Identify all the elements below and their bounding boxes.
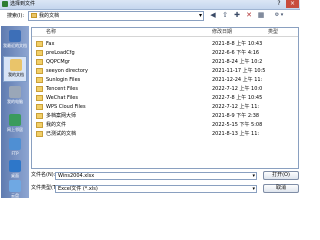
back-icon[interactable]: ◀ [208, 11, 218, 20]
delete-icon[interactable]: ✕ [244, 11, 254, 20]
item-date: 2021-8-8 上午 10:43 [212, 41, 263, 47]
views-icon[interactable]: ▦ [256, 11, 266, 20]
folder-icon [36, 59, 43, 65]
folder-icon [36, 131, 43, 137]
cloud-icon [9, 180, 21, 192]
list-item[interactable]: Sunlogin Files 2021-12-24 上午 11: [32, 76, 298, 85]
list-item[interactable]: WeChat Files 2022-7-8 上午 10:45 [32, 94, 298, 103]
list-item[interactable]: WPS Cloud Files 2022-7-12 上午 11: [32, 103, 298, 112]
item-name: Fax [46, 41, 55, 47]
item-date: 2022-6-6 下午 4:16 [212, 50, 260, 56]
open-button[interactable]: 打开(O) [263, 171, 299, 180]
place-label: FTP [11, 151, 19, 156]
filetype-select[interactable]: Excel文件 (*.xls) ▾ [55, 185, 257, 193]
up-folder-icon[interactable]: ⇧ [220, 11, 230, 20]
app-icon [2, 1, 8, 7]
cancel-button[interactable]: 取消 [263, 184, 299, 193]
place-label: 网上邻居 [7, 127, 23, 132]
computer-icon [9, 86, 21, 98]
column-header-name[interactable]: 名称 [46, 29, 56, 35]
item-date: 2021-12-24 上午 11: [212, 77, 263, 83]
new-folder-icon[interactable]: ✚ [232, 11, 242, 20]
filename-label: 文件名(N): [31, 172, 56, 178]
close-button[interactable]: × [286, 0, 299, 8]
lookin-dropdown[interactable]: 我的文档 ▾ [28, 11, 204, 21]
item-name: preLoadCfg [46, 50, 75, 56]
list-item[interactable]: preLoadCfg 2022-6-6 下午 4:16 [32, 49, 298, 58]
item-name: 已测试的文档 [46, 131, 77, 137]
title-bar: 选择到文件 ? × [0, 0, 300, 10]
list-item[interactable]: QQPCMgr 2021-8-24 上午 10:2 [32, 58, 298, 67]
network-icon [9, 114, 21, 126]
item-name: WeChat Files [46, 95, 78, 101]
folder-icon [36, 95, 43, 101]
item-name: Sunlogin Files [46, 77, 81, 83]
item-date: 2022-7-12 上午 10:0 [212, 86, 263, 92]
column-header-type[interactable]: 类型 [268, 29, 278, 35]
item-name: seeyon directory [46, 68, 88, 74]
column-header-date[interactable]: 修改日期 [212, 29, 232, 35]
place-my-computer[interactable]: 我的电脑 [3, 84, 27, 110]
item-date: 2022-7-8 上午 10:45 [212, 95, 263, 101]
help-button[interactable]: ? [274, 0, 284, 8]
list-header: 名称 修改日期 类型 [32, 28, 298, 37]
place-label: 我的电脑 [7, 99, 23, 104]
folder-icon [31, 13, 37, 18]
item-name: 我的文件 [46, 122, 67, 128]
my-documents-icon [10, 59, 22, 71]
list-item[interactable]: 我的文件 2022-5-15 下午 5:08 [32, 121, 298, 130]
list-item[interactable]: 多档案网大师 2021-8-9 下午 2:38 [32, 112, 298, 121]
item-date: 2021-8-9 下午 2:38 [212, 113, 260, 119]
lookin-label: 搜索(I): [7, 13, 25, 19]
list-item[interactable]: Tencent Files 2022-7-12 上午 10:0 [32, 85, 298, 94]
filetype-value: Excel文件 (*.xls) [58, 186, 98, 192]
list-item[interactable]: 已测试的文档 2021-8-13 上午 11: [32, 130, 298, 139]
chevron-down-icon: ▾ [252, 186, 255, 192]
place-network[interactable]: 网上邻居 [3, 112, 27, 138]
list-item[interactable]: Fax 2021-8-8 上午 10:43 [32, 40, 298, 49]
place-label: 我的文档 [8, 72, 24, 77]
desktop-icon [9, 160, 21, 172]
filename-field[interactable]: Wins2004.xlsx ▾ [55, 172, 257, 180]
item-date: 2021-8-24 上午 10:2 [212, 59, 263, 65]
item-name: 多档案网大师 [46, 113, 77, 119]
item-date: 2021-11-17 上午 10:5 [212, 68, 266, 74]
dialog-footer: 文件名(N): Wins2004.xlsx ▾ 打开(O) 文件类型(T): E… [31, 170, 299, 198]
place-my-documents[interactable]: 我的文档 [3, 56, 27, 82]
folder-icon [36, 113, 43, 119]
place-label: 我最近的文档 [3, 43, 27, 48]
item-name: WPS Cloud Files [46, 104, 86, 110]
item-name: QQPCMgr [46, 59, 70, 65]
item-date: 2022-7-12 上午 11: [212, 104, 260, 110]
folder-icon [36, 104, 43, 110]
chevron-down-icon: ▾ [252, 173, 255, 179]
item-date: 2022-5-15 下午 5:08 [212, 122, 263, 128]
tools-icon[interactable]: ⚙ ▾ [268, 11, 290, 20]
lookin-value: 我的文档 [39, 13, 60, 19]
place-recent[interactable]: 我最近的文档 [3, 28, 27, 54]
place-label: 云盘 [11, 193, 19, 198]
places-bar: 我最近的文档 我的文档 我的电脑 网上邻居 FTP 桌面 云盘 [1, 26, 29, 198]
place-cloud[interactable]: 云盘 [3, 178, 27, 198]
recent-documents-icon [9, 30, 21, 42]
folder-icon [36, 86, 43, 92]
ftp-icon [9, 138, 21, 150]
folder-icon [36, 50, 43, 56]
file-list[interactable]: 名称 修改日期 类型 Fax 2021-8-8 上午 10:43 preLoad… [31, 27, 299, 169]
item-name: Tencent Files [46, 86, 78, 92]
folder-icon [36, 77, 43, 83]
window-title: 选择到文件 [10, 1, 36, 7]
folder-icon [36, 68, 43, 74]
folder-icon [36, 122, 43, 128]
chevron-down-icon: ▾ [198, 12, 202, 19]
folder-icon [36, 41, 43, 47]
list-item[interactable]: seeyon directory 2021-11-17 上午 10:5 [32, 67, 298, 76]
item-date: 2021-8-13 上午 11: [212, 131, 260, 137]
filename-value: Wins2004.xlsx [58, 173, 95, 179]
